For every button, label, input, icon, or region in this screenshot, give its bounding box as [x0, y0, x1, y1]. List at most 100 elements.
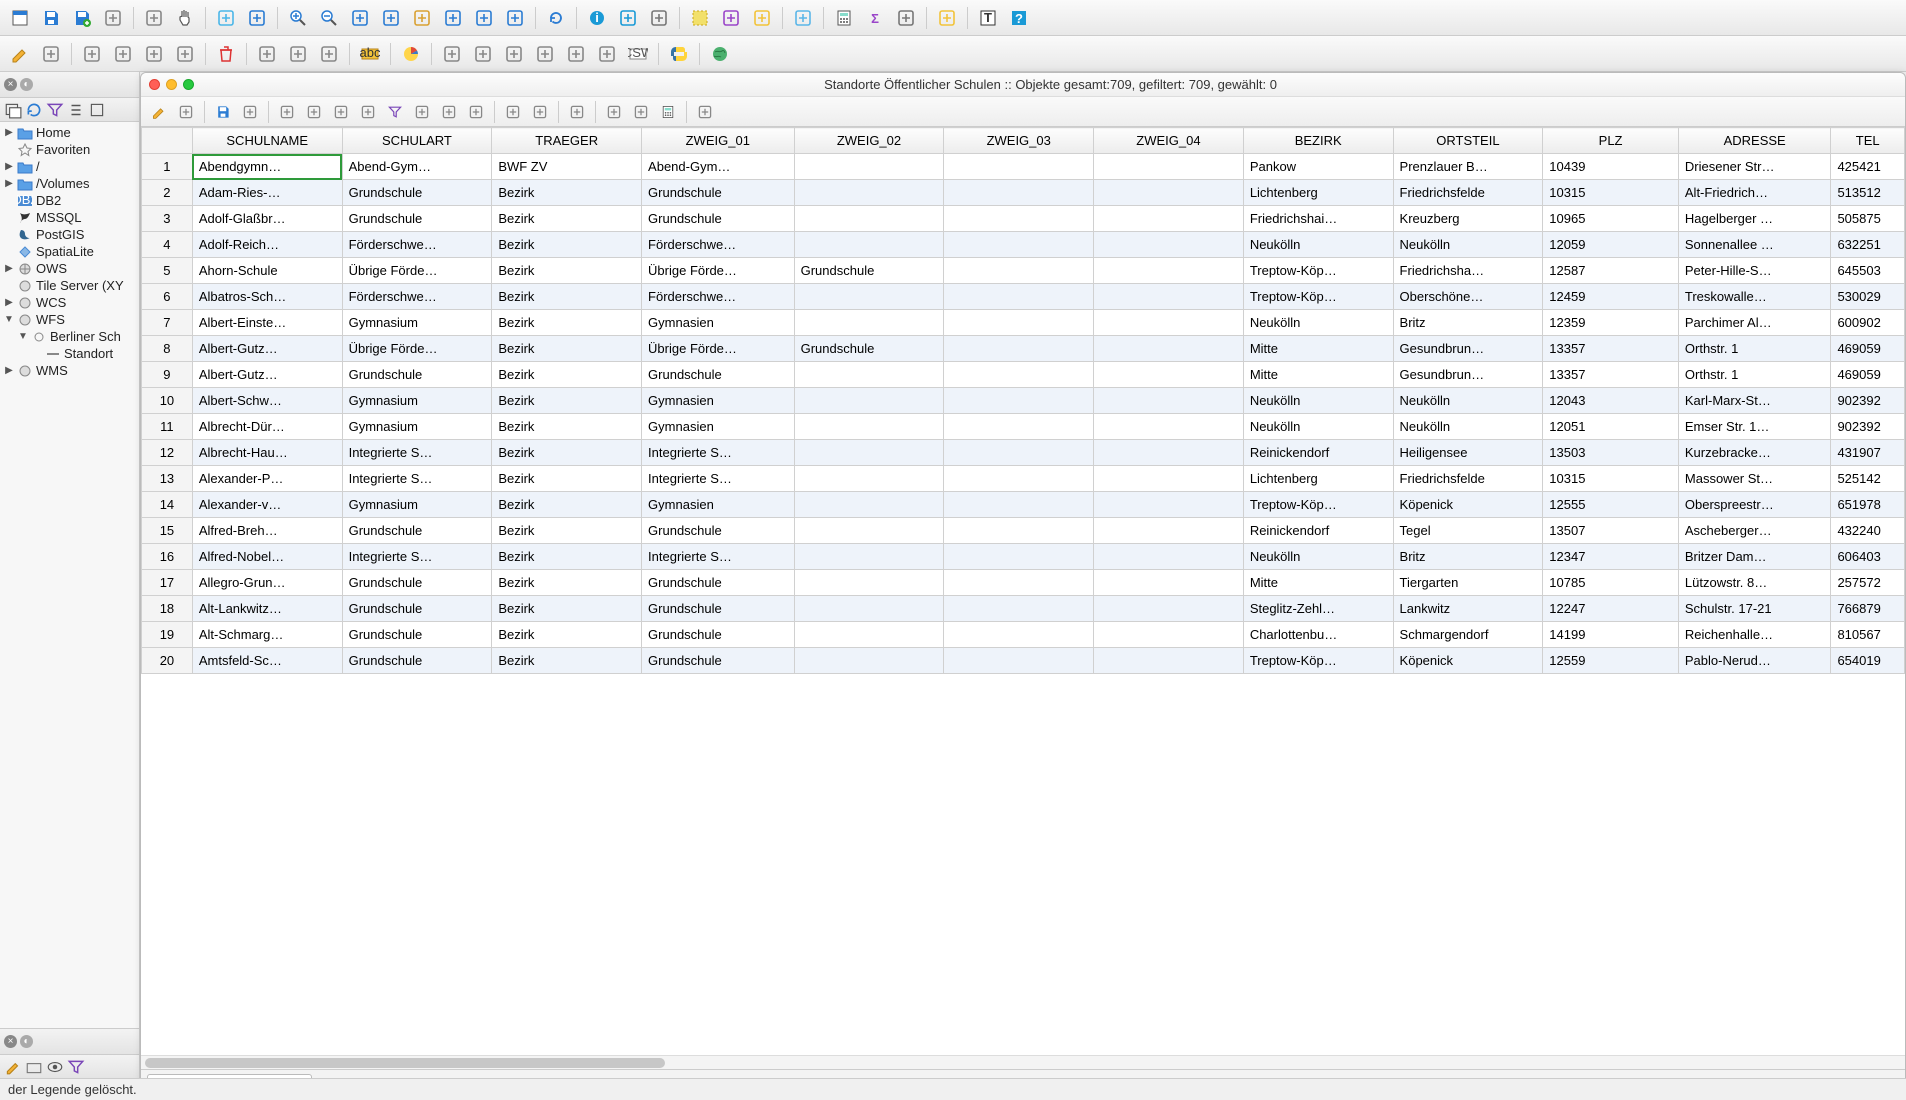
cell[interactable]: Bezirk: [492, 388, 642, 414]
cell[interactable]: 645503: [1831, 258, 1905, 284]
cell[interactable]: [794, 310, 944, 336]
cell[interactable]: Prenzlauer B…: [1393, 154, 1543, 180]
cell[interactable]: Alfred-Nobel…: [192, 544, 342, 570]
cell[interactable]: 902392: [1831, 388, 1905, 414]
cell[interactable]: Treskowalle…: [1678, 284, 1831, 310]
cell[interactable]: Grundschule: [794, 336, 944, 362]
invert-icon[interactable]: [329, 100, 353, 124]
cell[interactable]: [794, 544, 944, 570]
tree-item[interactable]: ▶ OWS: [0, 260, 139, 277]
cell[interactable]: 600902: [1831, 310, 1905, 336]
cell[interactable]: [1094, 440, 1244, 466]
row-number[interactable]: 19: [142, 622, 193, 648]
cell[interactable]: [794, 206, 944, 232]
cell[interactable]: Grundschule: [642, 362, 795, 388]
tree-arrow-icon[interactable]: ▶: [4, 263, 14, 274]
cell[interactable]: Förderschwe…: [642, 232, 795, 258]
cell[interactable]: Alt-Schmarg…: [192, 622, 342, 648]
cell[interactable]: [794, 622, 944, 648]
cell[interactable]: Albatros-Sch…: [192, 284, 342, 310]
python-icon[interactable]: [665, 40, 693, 68]
browser-tree[interactable]: ▶ Home Favoriten▶ /▶ /Volumes DB2 DB2 MS…: [0, 122, 139, 1028]
cell[interactable]: 13503: [1543, 440, 1679, 466]
column-header[interactable]: ZWEIG_04: [1094, 128, 1244, 154]
cell[interactable]: 13357: [1543, 336, 1679, 362]
cell[interactable]: 12359: [1543, 310, 1679, 336]
cell[interactable]: Lankwitz: [1393, 596, 1543, 622]
table-row[interactable]: 17Allegro-Grun…GrundschuleBezirkGrundsch…: [142, 570, 1905, 596]
cell[interactable]: 651978: [1831, 492, 1905, 518]
cell[interactable]: Bezirk: [492, 440, 642, 466]
cell[interactable]: Parchimer Al…: [1678, 310, 1831, 336]
cell[interactable]: Abendgymn…: [192, 154, 342, 180]
cell[interactable]: Albert-Einste…: [192, 310, 342, 336]
cell[interactable]: Grundschule: [642, 206, 795, 232]
cell[interactable]: [944, 440, 1094, 466]
cell[interactable]: Friedrichsfelde: [1393, 466, 1543, 492]
add-icon[interactable]: [4, 101, 22, 119]
edits-icon[interactable]: [174, 100, 198, 124]
cell[interactable]: Treptow-Köp…: [1243, 648, 1393, 674]
cell[interactable]: Bezirk: [492, 258, 642, 284]
cell[interactable]: [944, 466, 1094, 492]
cell[interactable]: Bezirk: [492, 362, 642, 388]
cell[interactable]: Massower St…: [1678, 466, 1831, 492]
measure-icon[interactable]: [645, 4, 673, 32]
cell[interactable]: Grundschule: [342, 622, 492, 648]
open-icon[interactable]: [6, 4, 34, 32]
row-number[interactable]: 12: [142, 440, 193, 466]
cell[interactable]: 10315: [1543, 180, 1679, 206]
pan-icon[interactable]: [171, 4, 199, 32]
row-number[interactable]: 7: [142, 310, 193, 336]
cell[interactable]: Allegro-Grun…: [192, 570, 342, 596]
cell[interactable]: [794, 570, 944, 596]
cell[interactable]: Grundschule: [342, 570, 492, 596]
move-top-icon[interactable]: [410, 100, 434, 124]
row-number[interactable]: 8: [142, 336, 193, 362]
reload-icon[interactable]: [238, 100, 262, 124]
table-row[interactable]: 13Alexander-P…Integrierte S…BezirkIntegr…: [142, 466, 1905, 492]
cell[interactable]: Sonnenallee …: [1678, 232, 1831, 258]
props-icon[interactable]: [88, 101, 106, 119]
table-row[interactable]: 2Adam-Ries-…GrundschuleBezirkGrundschule…: [142, 180, 1905, 206]
pan-to-icon[interactable]: [437, 100, 461, 124]
cell[interactable]: Schmargendorf: [1393, 622, 1543, 648]
pie-icon[interactable]: [397, 40, 425, 68]
row-number[interactable]: 13: [142, 466, 193, 492]
column-header[interactable]: ZWEIG_02: [794, 128, 944, 154]
column-header[interactable]: SCHULART: [342, 128, 492, 154]
cell[interactable]: [1094, 388, 1244, 414]
tree-item[interactable]: ▼ Berliner Sch: [0, 328, 139, 345]
cell[interactable]: Neukölln: [1243, 388, 1393, 414]
window-controls[interactable]: [149, 79, 194, 90]
cell[interactable]: Grundschule: [642, 570, 795, 596]
cell[interactable]: Grundschule: [642, 622, 795, 648]
tree-arrow-icon[interactable]: ▶: [4, 297, 14, 308]
tree-item[interactable]: ▶ /: [0, 158, 139, 175]
cell[interactable]: Amtsfeld-Sc…: [192, 648, 342, 674]
cell[interactable]: Neukölln: [1393, 414, 1543, 440]
cell[interactable]: [944, 206, 1094, 232]
cell[interactable]: [1094, 310, 1244, 336]
cell[interactable]: [794, 440, 944, 466]
row-number[interactable]: 5: [142, 258, 193, 284]
tree-item[interactable]: DB2 DB2: [0, 192, 139, 209]
stars-p-icon[interactable]: [171, 40, 199, 68]
cell[interactable]: 766879: [1831, 596, 1905, 622]
cell[interactable]: [794, 518, 944, 544]
table-row[interactable]: 16Alfred-Nobel…Integrierte S…BezirkInteg…: [142, 544, 1905, 570]
cell[interactable]: [794, 180, 944, 206]
cell[interactable]: Alexander-P…: [192, 466, 342, 492]
cell[interactable]: [944, 310, 1094, 336]
cell[interactable]: 12459: [1543, 284, 1679, 310]
cell[interactable]: Reinickendorf: [1243, 440, 1393, 466]
col-del-icon[interactable]: [629, 100, 653, 124]
cell[interactable]: Lichtenberg: [1243, 180, 1393, 206]
pan-highlight-icon[interactable]: [212, 4, 240, 32]
table-row[interactable]: 11Albrecht-Dür…GymnasiumBezirkGymnasienN…: [142, 414, 1905, 440]
cell[interactable]: Tegel: [1393, 518, 1543, 544]
cell[interactable]: 654019: [1831, 648, 1905, 674]
row-number[interactable]: 20: [142, 648, 193, 674]
cell[interactable]: 469059: [1831, 362, 1905, 388]
cell[interactable]: Britzer Dam…: [1678, 544, 1831, 570]
